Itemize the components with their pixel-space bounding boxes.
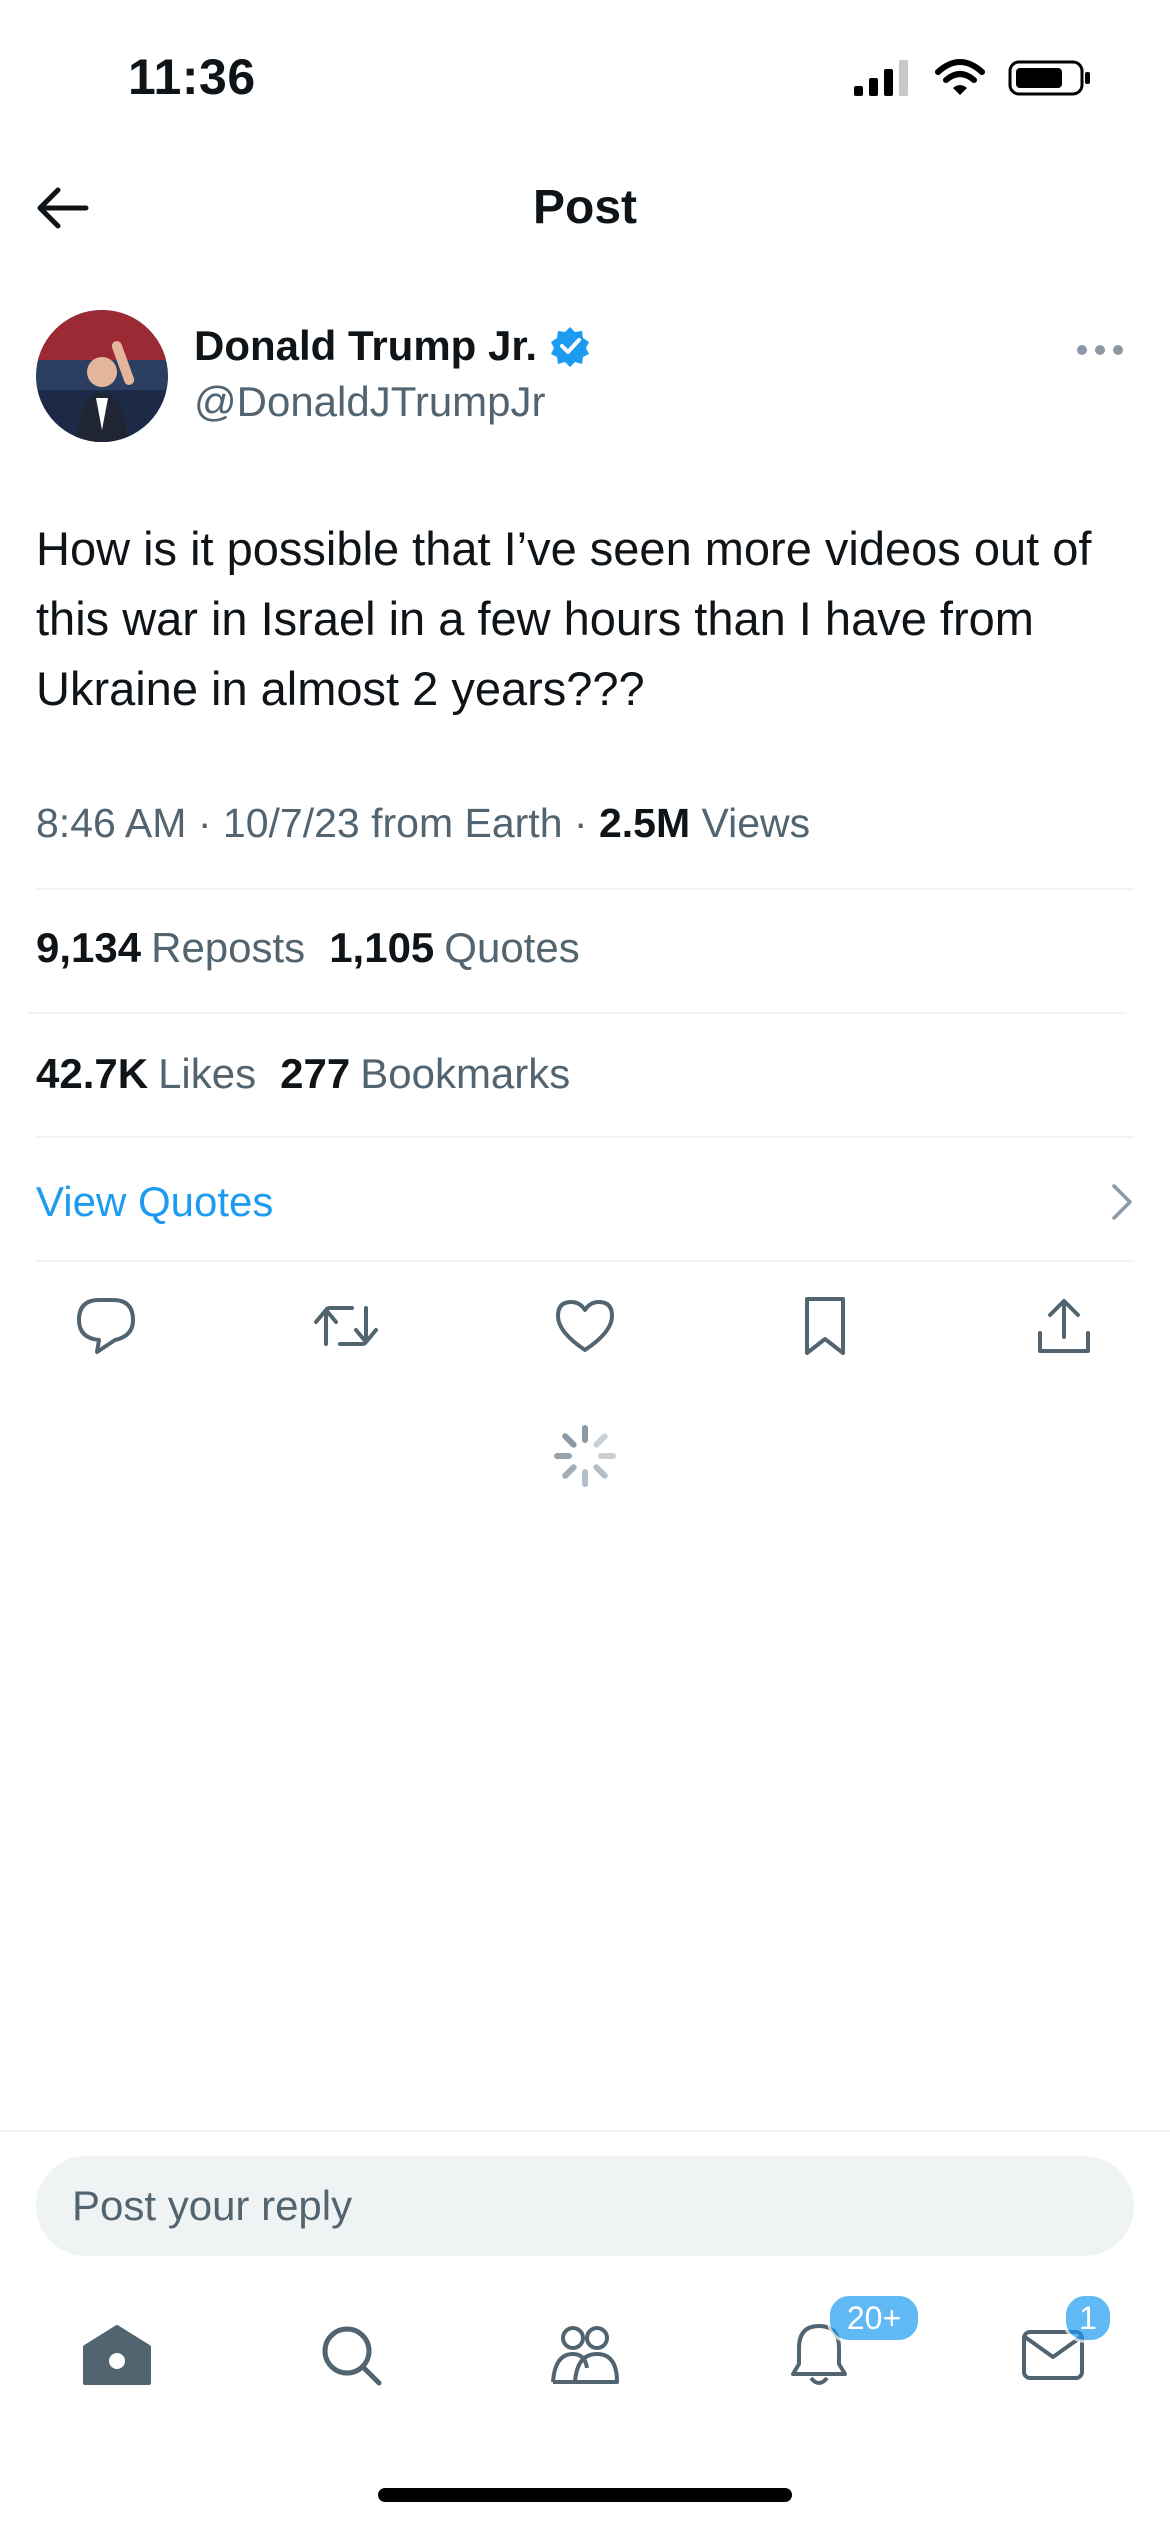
likes-label: Likes — [158, 1050, 257, 1097]
post-meta: 8:46 AM · 10/7/23 from Earth · 2.5M View… — [36, 800, 810, 847]
repost-button[interactable] — [310, 1290, 382, 1362]
reposts-count: 9,134 — [36, 924, 142, 971]
likes-count: 42.7K — [36, 1050, 149, 1097]
views-count: 2.5M — [598, 800, 691, 846]
reply-input[interactable] — [36, 2156, 1134, 2256]
verified-badge-icon — [551, 327, 590, 367]
reply-icon — [77, 1298, 135, 1354]
search-icon — [322, 2326, 382, 2386]
repost-icon — [313, 1306, 378, 1346]
reposts-label: Reposts — [151, 924, 306, 971]
bookmarks-count: 277 — [280, 1050, 351, 1097]
battery-icon — [1008, 60, 1090, 96]
tab-home[interactable] — [67, 2305, 167, 2405]
stats-row-reposts: 9,134 Reposts 1,105 Quotes — [36, 924, 580, 972]
quotes-stat[interactable]: 1,105 Quotes — [329, 924, 580, 972]
post-text: How is it possible that I’ve seen more v… — [36, 522, 1092, 715]
home-indicator — [378, 2488, 792, 2502]
more-button[interactable] — [1070, 330, 1130, 370]
messages-badge: 1 — [1063, 2293, 1113, 2343]
avatar[interactable] — [36, 310, 168, 442]
post-source: from Earth — [371, 800, 563, 846]
views-label: Views — [701, 800, 811, 846]
loading-spinner-icon — [554, 1425, 616, 1487]
divider — [36, 888, 1134, 890]
cellular-signal-icon — [854, 60, 908, 96]
bookmark-icon — [804, 1297, 845, 1355]
tab-notifications[interactable]: 20+ — [769, 2293, 921, 2405]
reposts-stat[interactable]: 9,134 Reposts — [36, 924, 305, 972]
post-date: 10/7/23 — [222, 800, 360, 846]
back-button[interactable] — [30, 176, 94, 240]
meta-separator: · — [573, 800, 588, 846]
reply-bar-divider — [0, 2130, 1170, 2132]
view-quotes-link[interactable]: View Quotes — [36, 1172, 1134, 1232]
more-icon — [1077, 345, 1123, 355]
author-handle[interactable]: @DonaldJTrumpJr — [194, 378, 546, 426]
chevron-right-icon — [1112, 1184, 1132, 1220]
view-quotes-label: View Quotes — [36, 1178, 274, 1225]
meta-separator: · — [197, 800, 212, 846]
divider — [36, 1136, 1134, 1138]
action-bar — [70, 1290, 1100, 1362]
bookmarks-stat[interactable]: 277 Bookmarks — [280, 1050, 570, 1098]
avatar-image — [36, 310, 168, 442]
divider — [36, 1260, 1134, 1262]
page-title: Post — [532, 181, 637, 234]
quotes-label: Quotes — [444, 924, 580, 971]
author-name[interactable]: Donald Trump Jr. — [194, 322, 591, 370]
back-arrow-icon — [37, 187, 89, 229]
stats-row-likes: 42.7K Likes 277 Bookmarks — [36, 1050, 570, 1098]
home-icon — [83, 2325, 151, 2385]
likes-stat[interactable]: 42.7K Likes — [36, 1050, 256, 1098]
tab-search[interactable] — [301, 2305, 401, 2405]
notifications-badge: 20+ — [827, 2293, 921, 2343]
status-time: 11:36 — [128, 49, 256, 105]
wifi-icon — [935, 59, 985, 95]
like-button[interactable] — [549, 1290, 621, 1362]
status-icons — [852, 56, 1092, 100]
communities-icon — [551, 2326, 619, 2384]
reply-button[interactable] — [70, 1290, 142, 1362]
share-icon — [1038, 1299, 1090, 1353]
bookmark-button[interactable] — [789, 1290, 861, 1362]
quotes-count: 1,105 — [329, 924, 435, 971]
share-button[interactable] — [1028, 1290, 1100, 1362]
tab-messages[interactable]: 1 — [1003, 2293, 1113, 2405]
like-icon — [556, 1300, 614, 1352]
divider — [28, 1012, 1126, 1014]
tab-communities[interactable] — [535, 2305, 635, 2405]
bookmarks-label: Bookmarks — [360, 1050, 571, 1097]
post-time: 8:46 AM — [36, 800, 187, 846]
author-name-text: Donald Trump Jr. — [194, 322, 538, 369]
tab-bar: 20+ 1 — [0, 2293, 1170, 2410]
